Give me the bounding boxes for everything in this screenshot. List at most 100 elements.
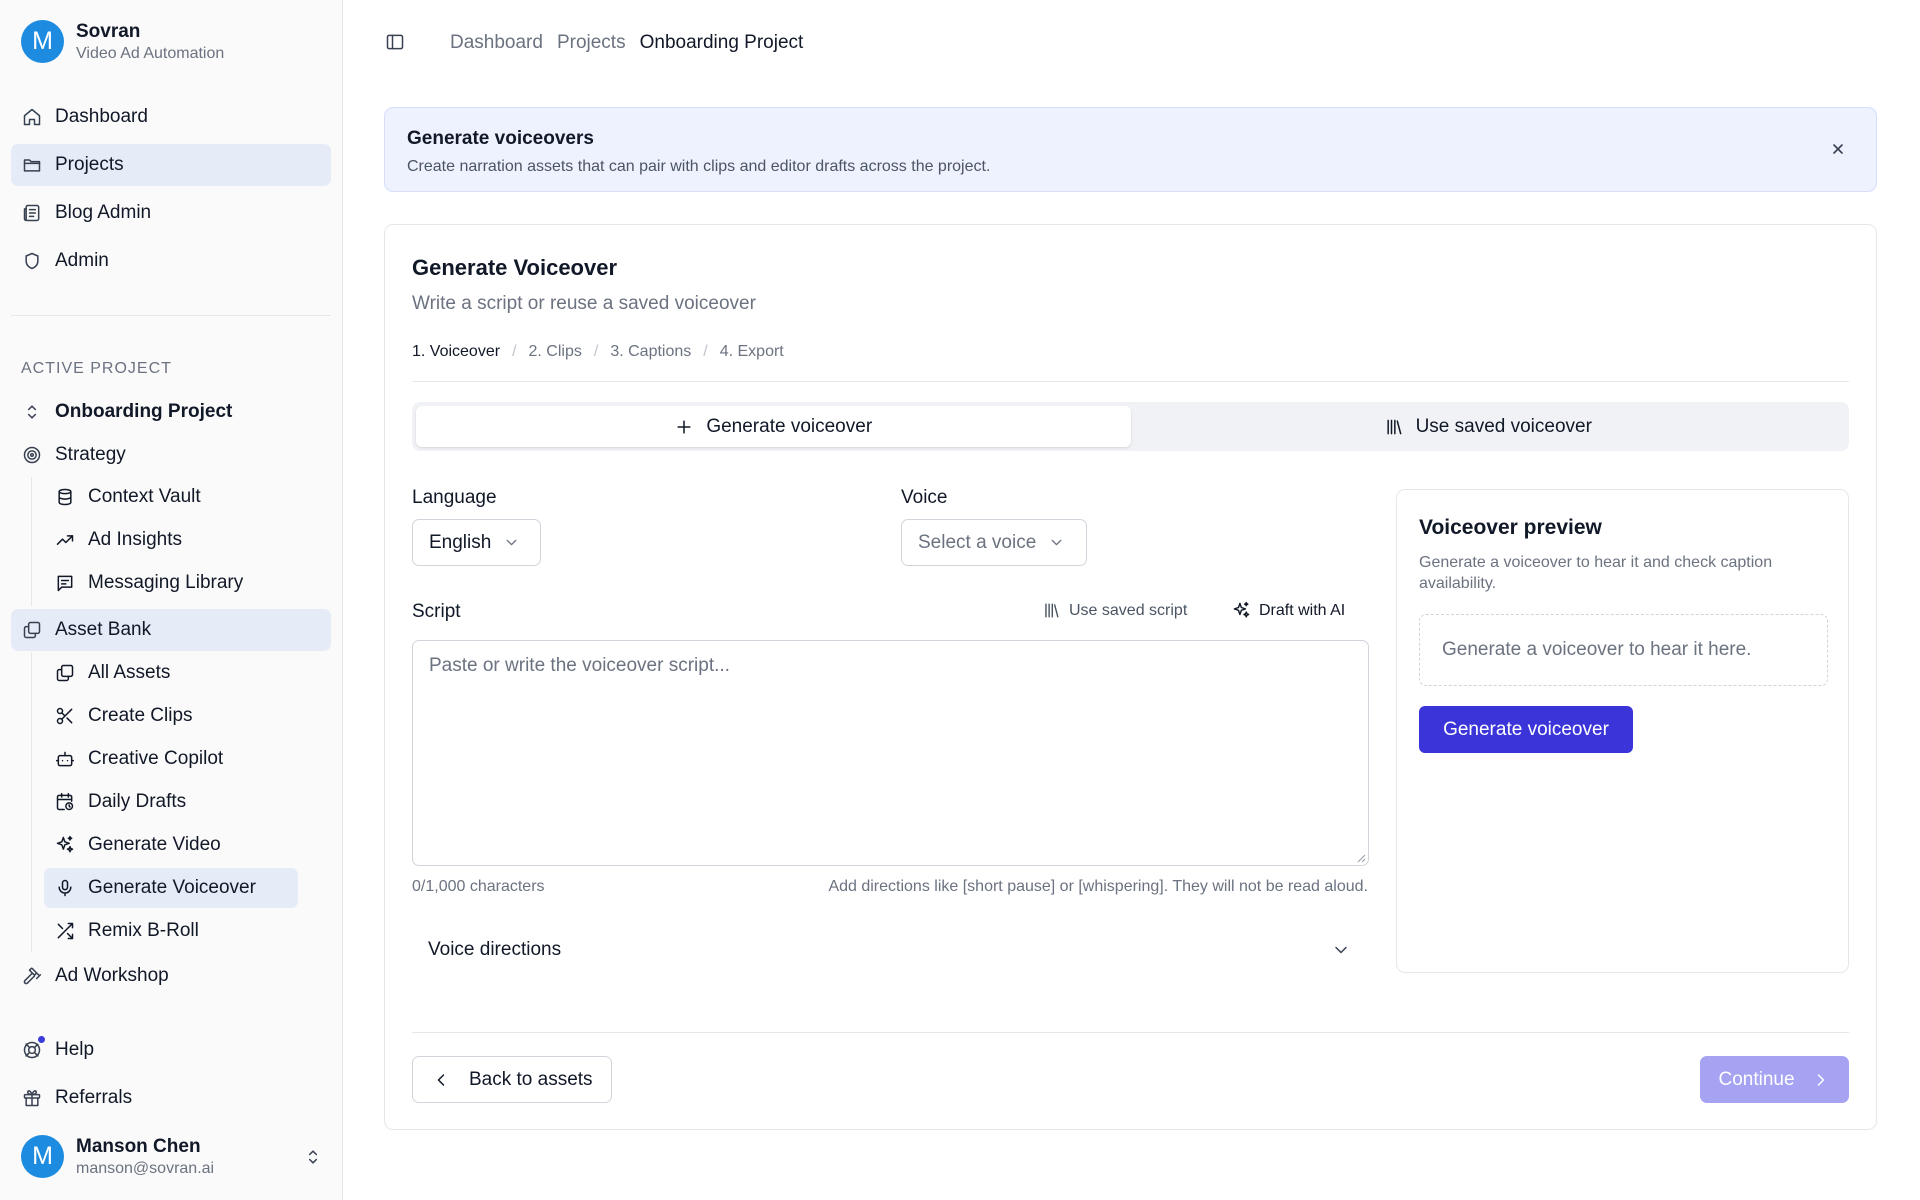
newspaper-icon bbox=[22, 203, 42, 223]
sidebar-divider bbox=[11, 315, 331, 316]
folder-icon bbox=[22, 155, 42, 175]
breadcrumb: Dashboard Projects Onboarding Project bbox=[450, 32, 803, 54]
copy-icon bbox=[55, 663, 75, 683]
sidebar-item-label: Ad Workshop bbox=[55, 965, 169, 986]
voice-directions-accordion[interactable]: Voice directions bbox=[412, 925, 1369, 975]
script-textarea[interactable]: Paste or write the voiceover script... bbox=[412, 640, 1369, 866]
page-title: Generate Voiceover bbox=[412, 255, 618, 280]
sub-rail bbox=[31, 652, 32, 952]
sidebar-item-dashboard[interactable]: Dashboard bbox=[11, 96, 331, 138]
chevron-left-icon bbox=[431, 1070, 451, 1090]
sidebar-item-ad-insights[interactable]: Ad Insights bbox=[44, 520, 298, 560]
use-saved-script-button[interactable]: Use saved script bbox=[1042, 601, 1187, 620]
voiceover-preview-panel: Voiceover preview Generate a voiceover t… bbox=[1396, 489, 1849, 973]
user-menu[interactable]: M Manson Chen manson@sovran.ai bbox=[21, 1135, 321, 1178]
script-hint: Add directions like [short pause] or [wh… bbox=[828, 878, 1368, 895]
continue-button-label: Continue bbox=[1718, 1068, 1795, 1090]
sidebar-item-daily-drafts[interactable]: Daily Drafts bbox=[44, 782, 298, 822]
library-icon bbox=[1042, 601, 1061, 620]
voice-label: Voice bbox=[901, 487, 948, 508]
sidebar-item-label: Ad Insights bbox=[88, 529, 182, 550]
page-subtitle: Write a script or reuse a saved voiceove… bbox=[412, 293, 756, 314]
workspace-subtitle: Video Ad Automation bbox=[76, 44, 225, 62]
user-name: Manson Chen bbox=[76, 1135, 201, 1157]
sidebar-item-label: Create Clips bbox=[88, 705, 193, 726]
tab-label: Use saved voiceover bbox=[1415, 415, 1592, 437]
sidebar-item-label: Admin bbox=[55, 250, 109, 271]
gift-icon bbox=[22, 1088, 42, 1108]
trending-up-icon bbox=[55, 530, 75, 550]
breadcrumb-dashboard[interactable]: Dashboard bbox=[450, 32, 543, 54]
database-icon bbox=[55, 487, 75, 507]
sidebar-item-admin[interactable]: Admin bbox=[11, 240, 331, 282]
sidebar-item-asset-bank[interactable]: Asset Bank bbox=[11, 609, 331, 651]
voiceover-card: Generate Voiceover Write a script or reu… bbox=[384, 224, 1877, 1130]
project-switcher[interactable]: Onboarding Project bbox=[11, 391, 331, 433]
script-label: Script bbox=[412, 601, 461, 622]
sidebar-item-blog-admin[interactable]: Blog Admin bbox=[11, 192, 331, 234]
continue-button[interactable]: Continue bbox=[1700, 1056, 1849, 1103]
sidebar-item-label: Dashboard bbox=[55, 106, 148, 127]
library-icon bbox=[1384, 417, 1404, 437]
sidebar-toggle-icon[interactable] bbox=[385, 32, 405, 52]
sidebar-item-label: Asset Bank bbox=[55, 619, 152, 640]
workspace-switcher[interactable]: M Sovran Video Ad Automation bbox=[21, 20, 224, 63]
workspace-avatar: M bbox=[21, 20, 64, 63]
sidebar-item-remix-broll[interactable]: Remix B-Roll bbox=[44, 911, 298, 951]
breadcrumb-projects[interactable]: Projects bbox=[557, 32, 626, 54]
preview-description: Generate a voiceover to hear it and chec… bbox=[1419, 554, 1773, 592]
section-label-active-project: ACTIVE PROJECT bbox=[21, 360, 172, 377]
top-bar: Dashboard Projects Onboarding Project bbox=[343, 0, 1920, 86]
sidebar-item-label: Generate Voiceover bbox=[88, 877, 256, 898]
sidebar-item-referrals[interactable]: Referrals bbox=[11, 1077, 331, 1119]
language-select[interactable]: English bbox=[412, 519, 541, 566]
tab-generate-voiceover[interactable]: Generate voiceover bbox=[416, 406, 1131, 447]
step-captions[interactable]: 3. Captions bbox=[610, 343, 691, 361]
footer-divider bbox=[412, 1032, 1849, 1033]
sidebar-item-generate-voiceover[interactable]: Generate Voiceover bbox=[44, 868, 298, 908]
sparkles-icon bbox=[55, 835, 75, 855]
sidebar-item-creative-copilot[interactable]: Creative Copilot bbox=[44, 739, 298, 779]
banner-text: Create narration assets that can pair wi… bbox=[407, 158, 991, 175]
sidebar-item-label: Daily Drafts bbox=[88, 791, 187, 812]
draft-with-ai-button[interactable]: Draft with AI bbox=[1232, 601, 1345, 620]
home-icon bbox=[22, 107, 42, 127]
sidebar-item-messaging-library[interactable]: Messaging Library bbox=[44, 563, 298, 603]
step-export[interactable]: 4. Export bbox=[720, 343, 784, 361]
step-voiceover[interactable]: 1. Voiceover bbox=[412, 343, 500, 361]
tab-label: Generate voiceover bbox=[706, 415, 873, 437]
step-clips[interactable]: 2. Clips bbox=[529, 343, 582, 361]
sidebar-item-label: Context Vault bbox=[88, 486, 201, 507]
sidebar-item-generate-video[interactable]: Generate Video bbox=[44, 825, 298, 865]
generate-voiceover-button[interactable]: Generate voiceover bbox=[1419, 706, 1633, 753]
sidebar-item-context-vault[interactable]: Context Vault bbox=[44, 477, 298, 517]
sidebar-item-ad-workshop[interactable]: Ad Workshop bbox=[11, 955, 331, 997]
sidebar-item-create-clips[interactable]: Create Clips bbox=[44, 696, 298, 736]
target-icon bbox=[22, 445, 42, 465]
breadcrumb-current: Onboarding Project bbox=[639, 32, 804, 53]
sub-rail bbox=[31, 477, 32, 606]
voice-select[interactable]: Select a voice bbox=[901, 519, 1087, 566]
back-to-assets-button[interactable]: Back to assets bbox=[412, 1056, 612, 1103]
user-email: manson@sovran.ai bbox=[76, 1159, 215, 1177]
stepper: 1. Voiceover / 2. Clips / 3. Captions / … bbox=[412, 343, 784, 361]
sidebar: M Sovran Video Ad Automation Dashboard P… bbox=[0, 0, 343, 1200]
draft-with-ai-label: Draft with AI bbox=[1259, 601, 1346, 619]
close-icon[interactable] bbox=[1830, 141, 1846, 157]
bot-icon bbox=[55, 749, 75, 769]
sidebar-item-strategy[interactable]: Strategy bbox=[11, 434, 331, 476]
voice-directions-label: Voice directions bbox=[428, 939, 562, 960]
chevron-right-icon bbox=[1811, 1070, 1831, 1090]
hammer-icon bbox=[22, 966, 42, 986]
script-placeholder: Paste or write the voiceover script... bbox=[429, 655, 730, 676]
sidebar-item-help[interactable]: Help bbox=[11, 1029, 331, 1071]
resize-handle-icon[interactable] bbox=[1354, 851, 1366, 863]
workspace-name: Sovran bbox=[76, 20, 141, 42]
sidebar-item-projects[interactable]: Projects bbox=[11, 144, 331, 186]
sidebar-item-all-assets[interactable]: All Assets bbox=[44, 653, 298, 693]
character-counter: 0/1,000 characters bbox=[412, 878, 545, 895]
language-value: English bbox=[429, 531, 492, 553]
message-square-icon bbox=[55, 573, 75, 593]
tab-use-saved-voiceover[interactable]: Use saved voiceover bbox=[1131, 406, 1846, 447]
step-separator: / bbox=[703, 343, 708, 360]
